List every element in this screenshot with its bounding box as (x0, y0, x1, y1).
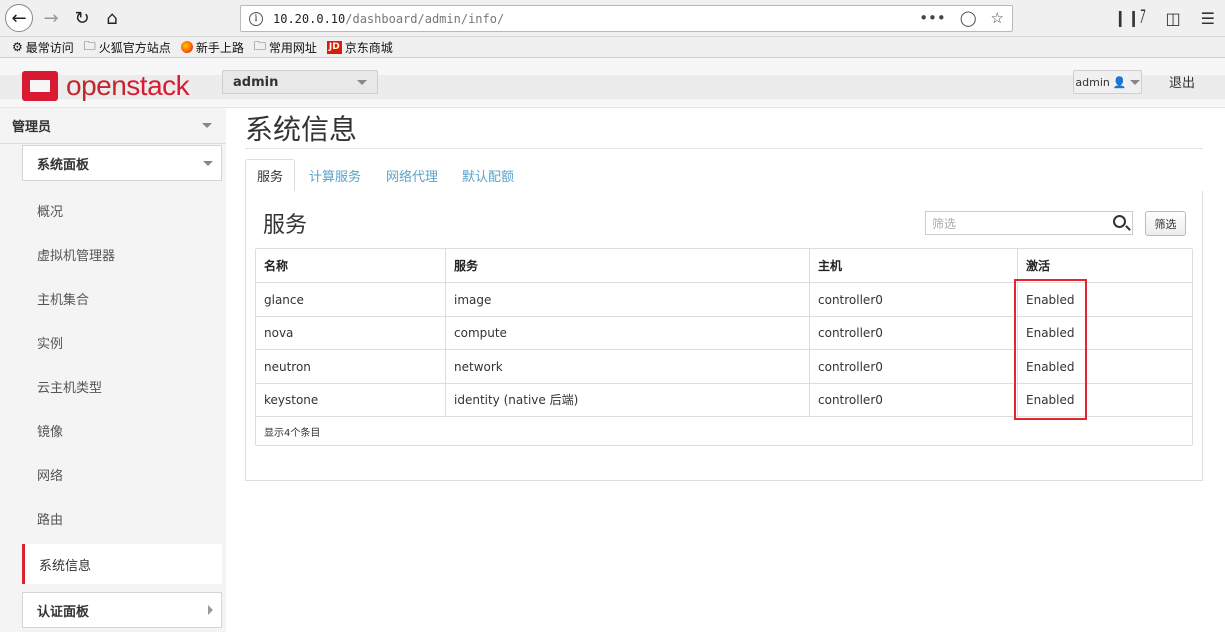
chevron-right-icon (208, 605, 213, 615)
openstack-logo[interactable]: openstack (22, 70, 190, 102)
cell-host: controller0 (810, 316, 1018, 349)
url-path: /dashboard/admin/info/ (345, 11, 505, 26)
browser-toolbar: ← → ↻ ⌂ i 10.20.0.10/dashboard/admin/inf… (0, 0, 1225, 37)
bookmark-getting-started[interactable]: 新手上路 (180, 39, 244, 56)
column-header-name[interactable]: 名称 (256, 249, 446, 282)
sidebar-item-overview[interactable]: 概况 (22, 188, 222, 232)
sidebar-toggle-icon[interactable]: ◫ (1166, 9, 1181, 28)
address-bar[interactable]: i 10.20.0.10/dashboard/admin/info/ ••• ◯… (240, 5, 1013, 32)
cell-name: glance (256, 283, 446, 316)
sidebar-item-system-info[interactable]: 系统信息 (22, 544, 222, 584)
sidebar-item-flavors[interactable]: 云主机类型 (22, 364, 222, 408)
user-menu[interactable]: admin 👤 (1073, 70, 1142, 94)
page-title: 系统信息 (245, 113, 358, 146)
column-header-service[interactable]: 服务 (446, 249, 810, 282)
cell-host: controller0 (810, 283, 1018, 316)
filter-placeholder: 筛选 (932, 216, 957, 231)
cell-service: network (446, 350, 810, 383)
folder-icon: 🗀 (83, 38, 96, 53)
sidebar-item-networks[interactable]: 网络 (22, 452, 222, 496)
bookmarks-bar: ⚙ 最常访问 🗀 火狐官方站点 新手上路 🗀 常用网址 JD 京东商城 (0, 37, 1225, 58)
sidebar-item-instances[interactable]: 实例 (22, 320, 222, 364)
table-footer-count: 显示4个条目 (264, 427, 321, 439)
section-title: 服务 (263, 213, 308, 238)
cell-name: neutron (256, 350, 446, 383)
jd-icon: JD (326, 40, 342, 54)
menu-icon[interactable]: ☰ (1201, 9, 1215, 28)
logout-link[interactable]: 退出 (1169, 72, 1195, 91)
tab-bar: 服务 计算服务 网络代理 默认配额 (245, 159, 1203, 192)
chevron-down-icon (357, 79, 367, 85)
tab-default-quotas[interactable]: 默认配额 (462, 159, 514, 192)
sidebar-section-admin[interactable]: 管理员 (0, 108, 226, 144)
bookmark-most-visited[interactable]: ⚙ 最常访问 (12, 39, 74, 56)
sidebar-panel-system[interactable]: 系统面板 (22, 145, 222, 181)
bookmark-star-icon[interactable]: ☆ (991, 9, 1004, 27)
tab-network-agents[interactable]: 网络代理 (386, 159, 438, 192)
cell-service: compute (446, 316, 810, 349)
reload-icon[interactable]: ↻ (70, 6, 94, 30)
project-selector[interactable]: admin (222, 70, 378, 94)
divider (245, 148, 1203, 149)
gear-icon: ⚙ (12, 40, 23, 54)
user-icon: 👤 (1112, 75, 1127, 89)
app-header: openstack admin admin 👤 退出 (0, 58, 1225, 108)
chevron-down-icon (202, 123, 212, 128)
filter-input[interactable]: 筛选 (925, 211, 1133, 235)
sidebar-item-host-aggregates[interactable]: 主机集合 (22, 276, 222, 320)
url-host: 10.20.0.10 (273, 11, 346, 26)
tab-compute-services[interactable]: 计算服务 (309, 159, 361, 192)
bookmark-common-sites[interactable]: 🗀 常用网址 (254, 37, 317, 58)
cell-name: nova (256, 316, 446, 349)
back-arrow-icon[interactable]: ← (5, 4, 33, 32)
filter-button[interactable]: 筛选 (1145, 211, 1186, 236)
info-icon[interactable]: i (249, 11, 263, 26)
folder-icon: 🗀 (253, 38, 266, 53)
pocket-icon[interactable]: ◯ (960, 9, 977, 27)
chevron-down-icon (203, 160, 213, 166)
bookmark-firefox-site[interactable]: 🗀 火狐官方站点 (84, 37, 171, 58)
column-header-status[interactable]: 激活 (1018, 249, 1192, 282)
sidebar-item-images[interactable]: 镜像 (22, 408, 222, 452)
tab-services[interactable]: 服务 (245, 159, 296, 192)
forward-arrow-icon[interactable]: → (39, 6, 63, 30)
bookmark-jd[interactable]: JD 京东商城 (326, 39, 393, 56)
table-header-row: 名称 服务 主机 激活 (256, 249, 1192, 283)
cell-name: keystone (256, 383, 446, 416)
url-text[interactable]: 10.20.0.10/dashboard/admin/info/ (273, 12, 504, 26)
cell-host: controller0 (810, 350, 1018, 383)
library-icon[interactable]: ❙❙⧶ (1113, 8, 1145, 28)
column-header-host[interactable]: 主机 (810, 249, 1018, 282)
cell-host: controller0 (810, 383, 1018, 416)
openstack-logo-icon (22, 71, 58, 101)
page-actions-icon[interactable]: ••• (919, 9, 946, 27)
cell-service: image (446, 283, 810, 316)
firefox-icon (180, 41, 193, 53)
annotation-highlight-box (1014, 279, 1087, 420)
search-icon (1113, 215, 1126, 228)
sidebar: 管理员 系统面板 概况 虚拟机管理器 主机集合 实例 云主机类型 镜像 网络 路… (0, 108, 226, 632)
home-icon[interactable]: ⌂ (100, 6, 124, 30)
chevron-down-icon (1129, 79, 1140, 85)
sidebar-panel-identity[interactable]: 认证面板 (22, 592, 222, 628)
cell-service: identity (native 后端) (446, 383, 810, 416)
sidebar-item-routers[interactable]: 路由 (22, 496, 222, 540)
sidebar-item-hypervisors[interactable]: 虚拟机管理器 (22, 232, 222, 276)
